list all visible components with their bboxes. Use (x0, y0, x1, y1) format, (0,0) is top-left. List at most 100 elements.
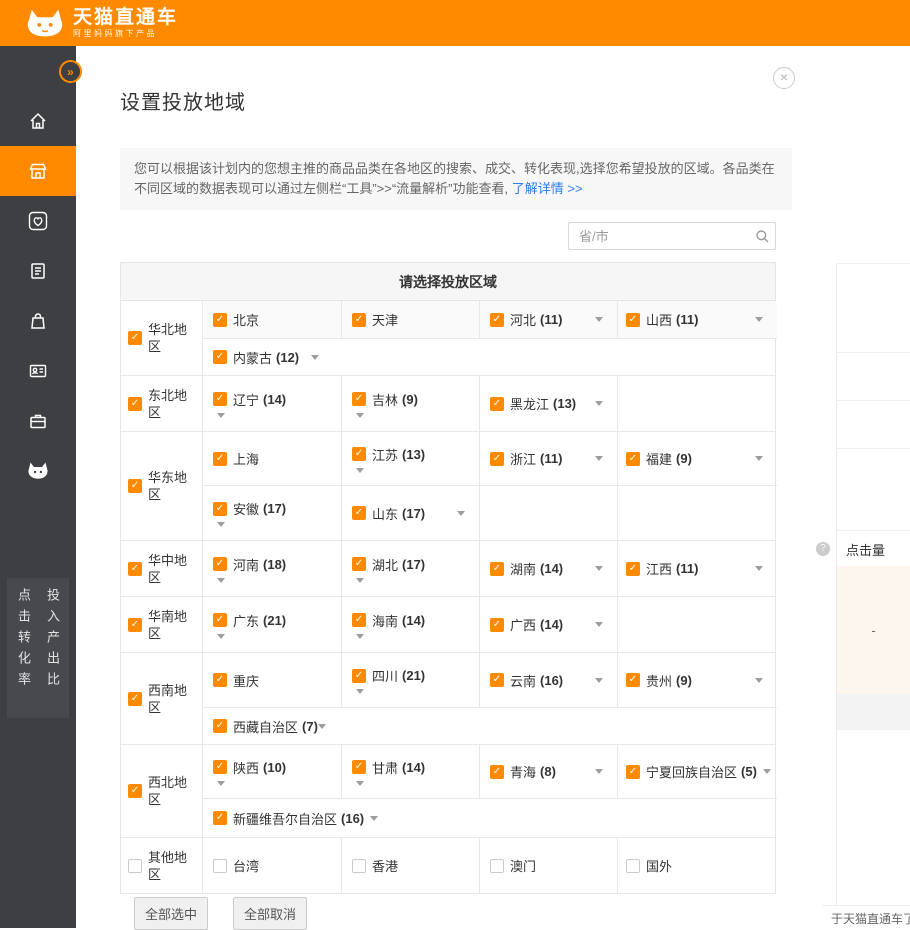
region-cell[interactable]: ✓华北地区 (121, 301, 203, 375)
province-cell[interactable]: ✓湖南(14) (479, 541, 617, 596)
province-cell[interactable]: ✓上海 (203, 432, 341, 485)
province-cell[interactable]: ✓云南(16) (479, 653, 617, 707)
close-icon[interactable]: × (773, 67, 795, 89)
search-input[interactable] (569, 229, 755, 244)
province-cell[interactable]: 澳门 (479, 838, 617, 893)
province-cell[interactable]: ✓山东(17) (341, 486, 479, 540)
checkbox-checked[interactable]: ✓ (213, 350, 227, 364)
checkbox-checked[interactable]: ✓ (213, 502, 227, 516)
sidebar-item-favorites[interactable] (0, 196, 76, 246)
dropdown-caret-icon[interactable] (318, 724, 326, 729)
checkbox-checked[interactable]: ✓ (352, 557, 366, 571)
province-cell[interactable]: ✓安徽(17) (203, 486, 341, 540)
sidebar-item-tmall[interactable] (0, 446, 76, 496)
checkbox-checked[interactable]: ✓ (490, 562, 504, 576)
checkbox-checked[interactable]: ✓ (213, 557, 227, 571)
dropdown-caret-icon[interactable] (755, 317, 763, 322)
checkbox-checked[interactable]: ✓ (626, 765, 640, 779)
province-cell[interactable]: ✓黑龙江(13) (479, 376, 617, 431)
sidebar-item-reports[interactable] (0, 246, 76, 296)
province-cell[interactable]: ✓福建(9) (617, 432, 777, 485)
checkbox-checked[interactable]: ✓ (490, 313, 504, 327)
province-cell[interactable]: ✓湖北(17) (341, 541, 479, 596)
province-cell[interactable]: ✓广东(21) (203, 597, 341, 652)
cancel-all-button[interactable]: 全部取消 (233, 897, 307, 930)
checkbox-unchecked[interactable] (490, 859, 504, 873)
province-cell[interactable]: ✓山西(11) (617, 301, 777, 338)
checkbox-checked[interactable]: ✓ (626, 452, 640, 466)
checkbox-checked[interactable]: ✓ (128, 618, 142, 632)
province-cell[interactable]: ✓河南(18) (203, 541, 341, 596)
sidebar-item-store[interactable] (0, 296, 76, 346)
province-cell[interactable]: ✓江苏(13) (341, 432, 479, 485)
province-cell[interactable]: ✓内蒙古(12) (203, 339, 333, 375)
dropdown-caret-icon[interactable] (755, 456, 763, 461)
dropdown-caret-icon[interactable] (595, 566, 603, 571)
checkbox-checked[interactable]: ✓ (213, 392, 227, 406)
dropdown-caret-icon[interactable] (755, 566, 763, 571)
checkbox-checked[interactable]: ✓ (352, 313, 366, 327)
checkbox-checked[interactable]: ✓ (213, 313, 227, 327)
dropdown-caret-icon[interactable] (356, 468, 364, 473)
region-cell[interactable]: ✓华东地区 (121, 432, 203, 540)
dropdown-caret-icon[interactable] (370, 816, 378, 821)
province-cell[interactable]: ✓宁夏回族自治区(5) (617, 745, 777, 798)
dropdown-caret-icon[interactable] (595, 317, 603, 322)
province-cell[interactable]: ✓江西(11) (617, 541, 777, 596)
checkbox-checked[interactable]: ✓ (626, 313, 640, 327)
checkbox-checked[interactable]: ✓ (352, 613, 366, 627)
dropdown-caret-icon[interactable] (356, 634, 364, 639)
checkbox-checked[interactable]: ✓ (626, 562, 640, 576)
province-cell[interactable]: ✓贵州(9) (617, 653, 777, 707)
province-cell[interactable]: ✓天津 (341, 301, 479, 338)
dropdown-caret-icon[interactable] (755, 678, 763, 683)
dropdown-caret-icon[interactable] (217, 578, 225, 583)
checkbox-unchecked[interactable] (352, 859, 366, 873)
region-cell[interactable]: ✓华中地区 (121, 541, 203, 596)
province-cell[interactable]: 国外 (617, 838, 777, 893)
checkbox-checked[interactable]: ✓ (213, 613, 227, 627)
region-cell[interactable]: ✓华南地区 (121, 597, 203, 652)
checkbox-checked[interactable]: ✓ (490, 397, 504, 411)
province-cell[interactable]: ✓青海(8) (479, 745, 617, 798)
dropdown-caret-icon[interactable] (356, 781, 364, 786)
checkbox-checked[interactable]: ✓ (352, 392, 366, 406)
checkbox-checked[interactable]: ✓ (490, 765, 504, 779)
dropdown-caret-icon[interactable] (217, 522, 225, 527)
province-cell[interactable]: ✓西藏自治区(7) (203, 708, 333, 744)
province-cell[interactable]: ✓北京 (203, 301, 341, 338)
province-cell[interactable]: ✓辽宁(14) (203, 376, 341, 431)
dropdown-caret-icon[interactable] (457, 511, 465, 516)
sidebar-item-account[interactable] (0, 346, 76, 396)
checkbox-unchecked[interactable] (213, 859, 227, 873)
sidebar-collapse-toggle[interactable]: » (59, 60, 82, 83)
region-cell[interactable]: ✓西北地区 (121, 745, 203, 837)
metric-click-conversion-rate[interactable]: 点击转化率 (14, 588, 33, 718)
sidebar-item-home[interactable] (0, 96, 76, 146)
search-icon[interactable] (755, 229, 770, 244)
region-cell[interactable]: ✓西南地区 (121, 653, 203, 744)
checkbox-checked[interactable]: ✓ (128, 692, 142, 706)
dropdown-caret-icon[interactable] (356, 413, 364, 418)
province-cell[interactable]: ✓陕西(10) (203, 745, 341, 798)
checkbox-checked[interactable]: ✓ (213, 760, 227, 774)
dropdown-caret-icon[interactable] (217, 781, 225, 786)
province-cell[interactable]: ✓海南(14) (341, 597, 479, 652)
checkbox-checked[interactable]: ✓ (490, 452, 504, 466)
checkbox-checked[interactable]: ✓ (490, 618, 504, 632)
checkbox-checked[interactable]: ✓ (626, 673, 640, 687)
region-cell[interactable]: 其他地区 (121, 838, 203, 893)
checkbox-checked[interactable]: ✓ (128, 331, 142, 345)
checkbox-checked[interactable]: ✓ (213, 673, 227, 687)
province-cell[interactable]: ✓甘肃(14) (341, 745, 479, 798)
province-cell[interactable]: 香港 (341, 838, 479, 893)
province-cell[interactable]: ✓新疆维吾尔自治区(16) (203, 799, 378, 837)
province-cell[interactable]: ✓吉林(9) (341, 376, 479, 431)
dropdown-caret-icon[interactable] (356, 689, 364, 694)
checkbox-checked[interactable]: ✓ (213, 811, 227, 825)
checkbox-checked[interactable]: ✓ (352, 669, 366, 683)
checkbox-checked[interactable]: ✓ (352, 447, 366, 461)
checkbox-checked[interactable]: ✓ (128, 479, 142, 493)
dropdown-caret-icon[interactable] (763, 769, 771, 774)
checkbox-checked[interactable]: ✓ (128, 784, 142, 798)
